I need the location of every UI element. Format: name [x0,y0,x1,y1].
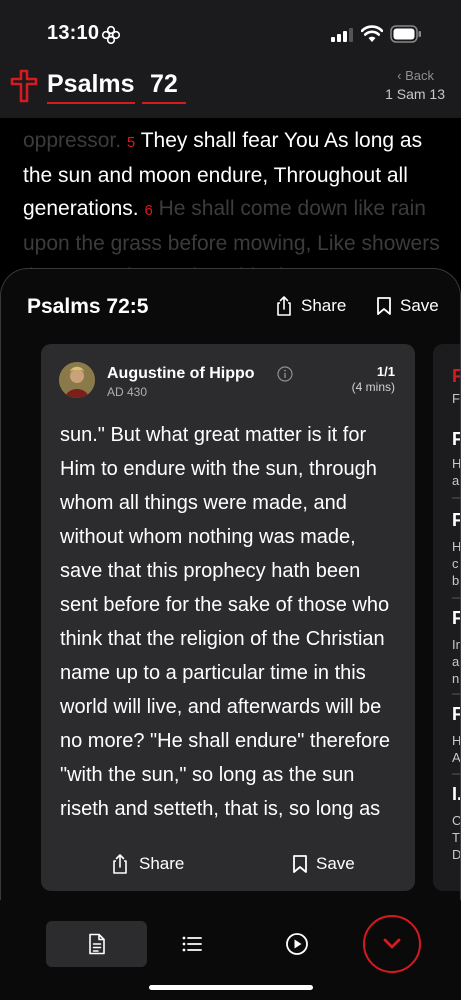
back-label: Back [405,68,434,83]
signal-icon [331,28,353,42]
sheet-title: Psalms 72:5 [27,295,149,318]
peek-item-title: F [452,429,460,450]
sheet-save-button[interactable]: Save [376,293,439,319]
author-date: AD 430 [107,385,148,399]
play-icon[interactable] [285,932,309,956]
commentary-card[interactable]: Augustine of Hippo AD 430 1/1 (4 mins) s… [41,344,415,891]
divider [452,693,460,695]
divider [452,773,460,775]
info-icon[interactable] [277,366,293,382]
sheet-save-label: Save [400,296,439,315]
share-icon [113,854,127,874]
author-avatar[interactable] [59,362,95,398]
read-time: (4 mins) [351,380,395,394]
commentary-body[interactable]: sun." But what great matter is it for Hi… [60,418,402,838]
home-indicator[interactable] [149,985,313,990]
status-time: 13:10 [47,22,100,44]
notes-icon [88,933,105,955]
notes-tab[interactable] [46,921,147,967]
peek-item-text: C T D [452,813,461,862]
peek-subtitle: F [452,391,460,406]
verse-number-6[interactable]: 6 [144,202,152,219]
status-bar: 13:10 [0,0,461,64]
verse-number-5[interactable]: 5 [127,134,135,151]
chapter-selector[interactable]: 72 [142,70,186,104]
next-commentary-card[interactable]: F F F H a F H c b F Ir a n F H A I. C T … [433,344,461,891]
reader-header: Psalms 72 ‹ Back 1 Sam 13 [0,64,461,118]
chevron-left-icon: ‹ [397,68,406,83]
sheet-share-label: Share [301,296,347,315]
card-save-button[interactable]: Save [292,852,355,876]
author-name[interactable]: Augustine of Hippo [107,365,255,383]
back-reference[interactable]: 1 Sam 13 [385,86,445,102]
peek-item-text: H c b [452,539,461,588]
book-selector[interactable]: Psalms [47,70,135,104]
bottom-toolbar [0,900,461,1000]
peek-item-title: I. [452,784,460,804]
peek-item-title: F [452,704,460,725]
focus-mode-icon [101,25,121,45]
cross-icon[interactable] [10,69,38,103]
peek-item-text: H A [452,733,461,765]
share-icon [277,296,291,316]
peek-item-text: Ir a n [452,637,460,686]
page-count: 1/1 [376,364,395,379]
list-icon[interactable] [180,932,204,956]
peek-title: F [452,366,460,387]
peek-item-text: H a [452,456,461,488]
chevron-down-icon [383,938,401,949]
sheet-share-button[interactable]: Share [275,293,346,319]
card-share-label: Share [139,854,185,873]
bookmark-icon [293,855,307,873]
portrait-icon [59,362,95,398]
peek-item-title: F [452,510,460,531]
divider [452,597,460,599]
collapse-sheet-button[interactable] [363,915,421,973]
battery-icon [390,25,421,43]
back-button[interactable]: ‹ Back [397,68,434,83]
peek-item-title: F [452,608,460,629]
card-share-button[interactable]: Share [111,852,184,876]
verse-text-prev: oppressor. [23,129,122,152]
card-save-label: Save [316,854,355,873]
bookmark-icon [377,297,391,315]
commentary-sheet: Psalms 72:5 Share Save Augustine of Hipp… [0,268,461,1000]
divider [452,497,460,499]
wifi-icon [361,25,383,42]
